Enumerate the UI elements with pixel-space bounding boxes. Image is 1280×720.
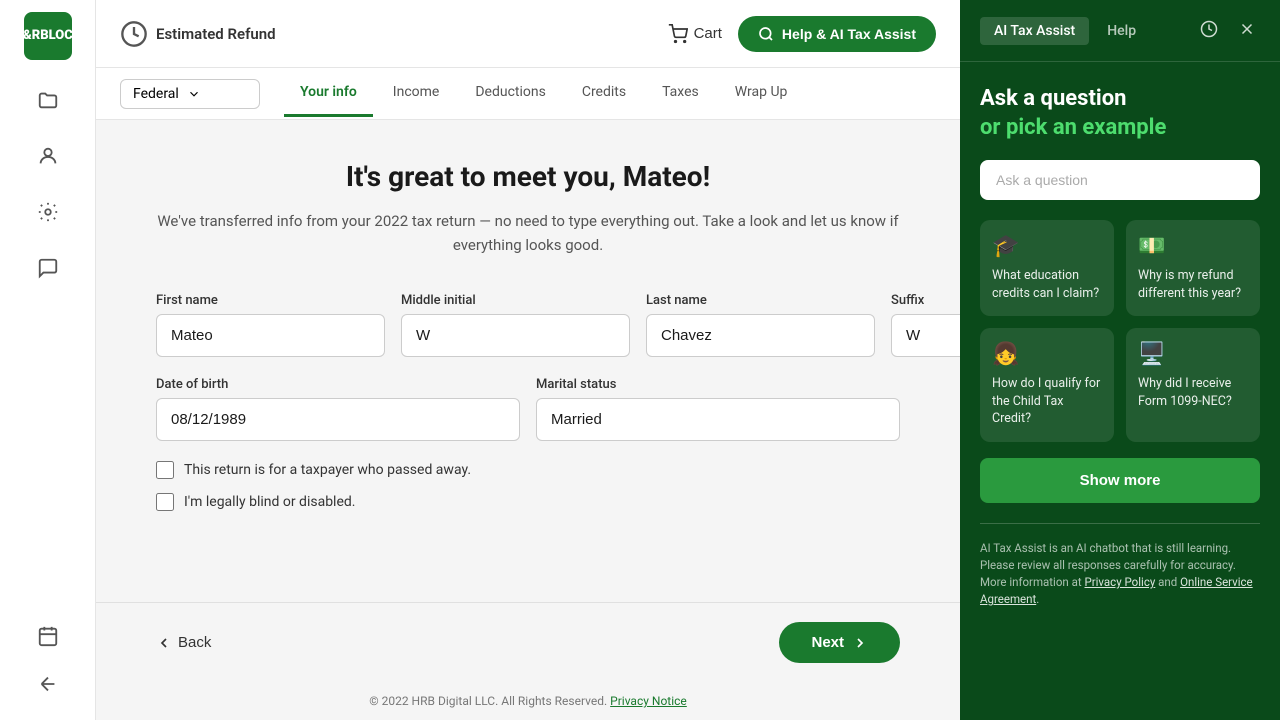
document-icon: 🖥️ [1138,342,1248,367]
close-icon [1238,20,1256,38]
chat-icon[interactable] [24,244,72,292]
first-name-label: First name [156,293,385,308]
tab-wrap-up[interactable]: Wrap Up [719,70,804,117]
history-icon [1200,20,1218,38]
refund-icon [120,20,148,48]
last-name-label: Last name [646,293,875,308]
money-icon: 💵 [1138,234,1248,259]
dob-group: Date of birth [156,377,520,441]
form-1099-card[interactable]: 🖥️ Why did I receive Form 1099-NEC? [1126,328,1260,442]
close-panel-button[interactable] [1234,16,1260,45]
dob-marital-row: Date of birth Marital status [156,377,900,441]
panel-divider [980,523,1260,524]
search-icon [758,26,774,42]
right-panel: AI Tax Assist Help Ask a question or pic… [960,0,1280,720]
middle-initial-input[interactable] [401,314,630,357]
nav-tabs: Federal Your info Income Deductions Cred… [96,68,960,120]
panel-heading: Ask a question [980,86,1260,111]
suffix-input[interactable] [891,314,960,357]
tab-help[interactable]: Help [1093,17,1150,45]
footer: © 2022 HRB Digital LLC. All Rights Reser… [96,682,960,720]
tab-ai-tax-assist[interactable]: AI Tax Assist [980,17,1089,45]
calendar-icon[interactable] [24,612,72,660]
chevron-right-icon [852,635,868,651]
panel-body: Ask a question or pick an example 🎓 What… [960,62,1280,720]
suffix-group: Suffix [891,293,960,357]
middle-initial-group: Middle initial [401,293,630,357]
blind-disabled-row: I'm legally blind or disabled. [156,493,900,511]
middle-initial-label: Middle initial [401,293,630,308]
passed-away-row: This return is for a taxpayer who passed… [156,461,900,479]
first-name-input[interactable] [156,314,385,357]
child-tax-credit-card[interactable]: 👧 How do I qualify for the Child Tax Cre… [980,328,1114,442]
disclaimer-text: AI Tax Assist is an AI chatbot that is s… [980,540,1260,609]
marital-group: Marital status [536,377,900,441]
example-cards: 🎓 What education credits can I claim? 💵 … [980,220,1260,442]
main-wrapper: Estimated Refund Cart Help & AI Tax Assi… [96,0,960,720]
marital-label: Marital status [536,377,900,392]
suffix-label: Suffix [891,293,960,308]
estimated-refund-label: Estimated Refund [156,25,276,43]
folder-icon[interactable] [24,76,72,124]
dob-input[interactable] [156,398,520,441]
scrollable-content: It's great to meet you, Mateo! We've tra… [96,120,960,720]
education-credits-text: What education credits can I claim? [992,267,1102,302]
back-button[interactable]: Back [156,634,211,651]
cart-icon [668,24,688,44]
person-icon[interactable] [24,132,72,180]
show-more-button[interactable]: Show more [980,458,1260,503]
form-1099-text: Why did I receive Form 1099-NEC? [1138,375,1248,410]
child-icon: 👧 [992,342,1102,367]
marital-input[interactable] [536,398,900,441]
privacy-policy-link[interactable]: Privacy Policy [1084,575,1155,589]
passed-away-label[interactable]: This return is for a taxpayer who passed… [184,462,471,478]
top-header: Estimated Refund Cart Help & AI Tax Assi… [96,0,960,68]
education-credits-card[interactable]: 🎓 What education credits can I claim? [980,220,1114,316]
panel-tabs: AI Tax Assist Help [980,17,1150,45]
cart-button[interactable]: Cart [668,24,722,44]
panel-subheading: or pick an example [980,115,1260,140]
estimated-refund: Estimated Refund [120,20,276,48]
last-name-group: Last name [646,293,875,357]
tab-credits[interactable]: Credits [566,70,642,117]
privacy-notice-link[interactable]: Privacy Notice [610,694,687,708]
history-button[interactable] [1196,16,1222,45]
child-tax-credit-text: How do I qualify for the Child Tax Credi… [992,375,1102,428]
next-button[interactable]: Next [779,622,900,663]
collapse-icon[interactable] [24,660,72,708]
settings-icon[interactable] [24,188,72,236]
tab-taxes[interactable]: Taxes [646,70,715,117]
page-subtitle: We've transferred info from your 2022 ta… [156,209,900,257]
tab-deductions[interactable]: Deductions [459,70,561,117]
sidebar: H&RBLOCK [0,0,96,720]
chevron-left-icon [156,635,172,651]
panel-header: AI Tax Assist Help [960,0,1280,62]
refund-different-text: Why is my refund different this year? [1138,267,1248,302]
passed-away-checkbox[interactable] [156,461,174,479]
panel-icons [1196,16,1260,45]
first-name-group: First name [156,293,385,357]
dob-label: Date of birth [156,377,520,392]
tab-income[interactable]: Income [377,70,456,117]
education-icon: 🎓 [992,234,1102,259]
federal-dropdown[interactable]: Federal [120,79,260,109]
hrblock-logo[interactable]: H&RBLOCK [24,12,72,60]
page-title: It's great to meet you, Mateo! [156,160,900,193]
chevron-down-icon [187,87,201,101]
name-row: First name Middle initial Last name Suff… [156,293,900,357]
bottom-nav: Back Next [96,602,960,682]
ask-question-input[interactable] [980,160,1260,200]
blind-disabled-checkbox[interactable] [156,493,174,511]
help-ai-button[interactable]: Help & AI Tax Assist [738,16,936,52]
content-area: It's great to meet you, Mateo! We've tra… [96,120,960,602]
refund-different-card[interactable]: 💵 Why is my refund different this year? [1126,220,1260,316]
last-name-input[interactable] [646,314,875,357]
blind-disabled-label[interactable]: I'm legally blind or disabled. [184,494,355,510]
tab-your-info[interactable]: Your info [284,70,373,117]
